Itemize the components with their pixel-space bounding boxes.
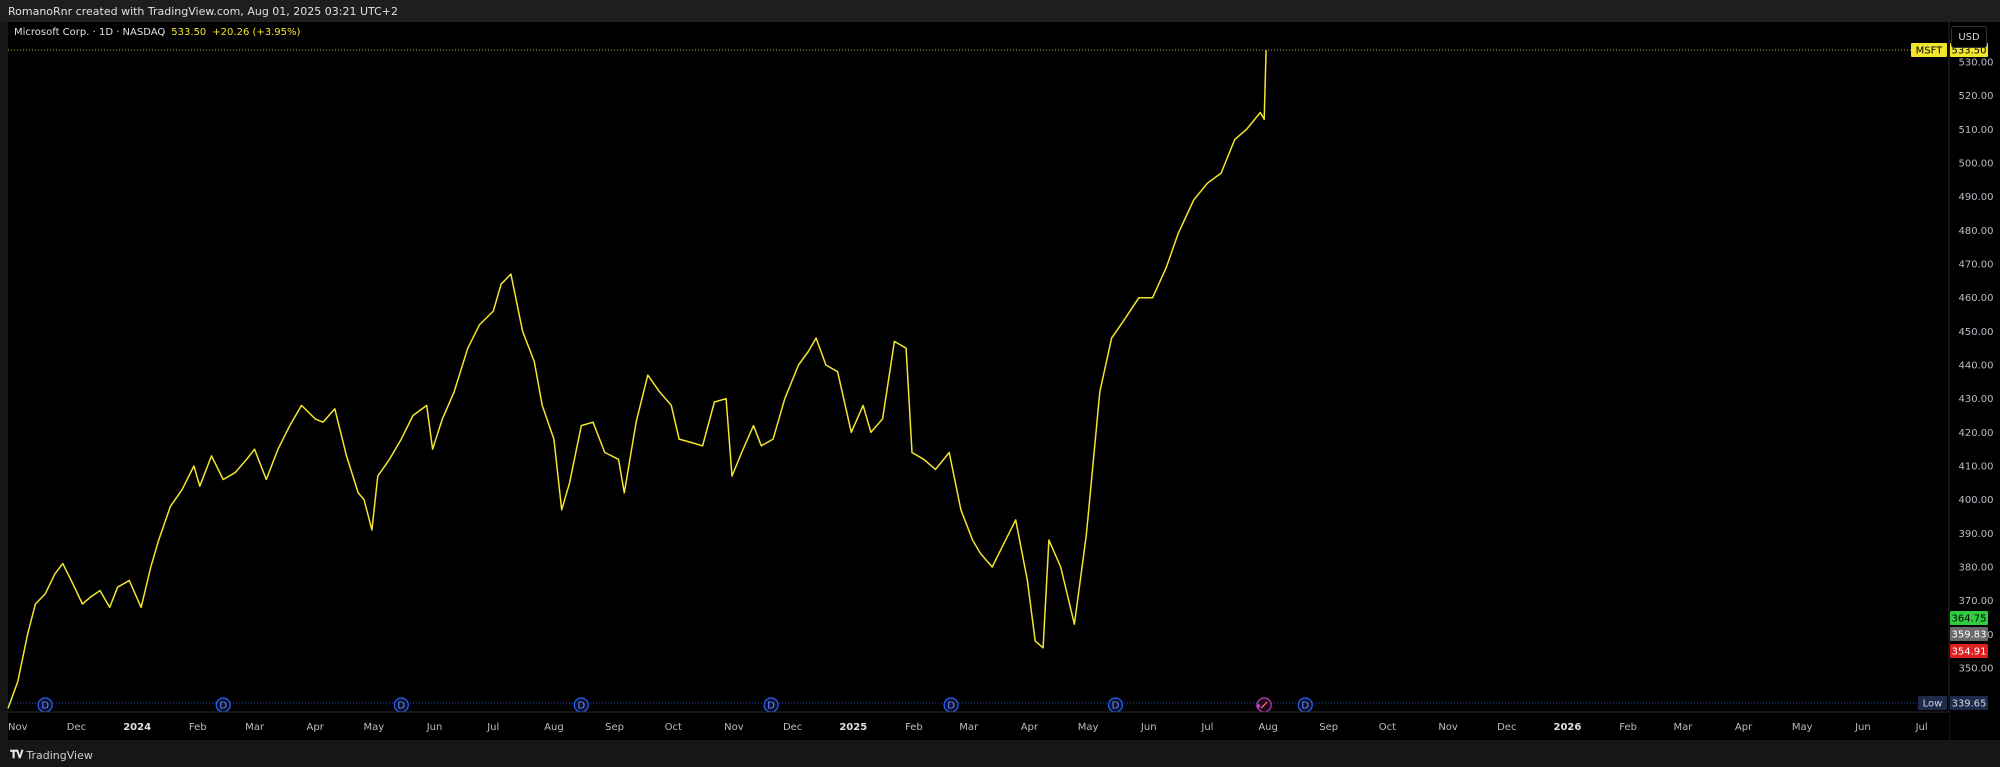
svg-text:364.75: 364.75: [1952, 614, 1987, 625]
price-tick-label: 450.00: [1959, 327, 1994, 338]
svg-text:D: D: [577, 701, 585, 712]
price-line: [7, 50, 1267, 709]
price-tick-label: 470.00: [1959, 260, 1994, 271]
time-axis-month-label: Apr: [307, 722, 325, 733]
price-badge-low: 339.65 Low: [1918, 696, 1988, 710]
time-axis[interactable]: Nov Dec 2024 Feb Mar Apr May Jun Jul Aug Sep Oct Nov…: [8, 711, 1949, 740]
time-axis-year-label: 2026: [1554, 722, 1582, 733]
time-axis-month-label: Sep: [605, 722, 624, 733]
time-axis-month-label: Mar: [1673, 722, 1693, 733]
dividend-marker-icon[interactable]: D: [763, 697, 779, 713]
footer-brand-text: TradingView: [26, 748, 93, 762]
svg-text:339.65: 339.65: [1952, 699, 1987, 710]
price-badge: 359.83: [1950, 627, 1988, 641]
svg-text:D: D: [219, 701, 227, 712]
time-axis-month-label: Nov: [1438, 722, 1458, 733]
tradingview-logo-icon: 𝐓𝐕: [10, 748, 23, 761]
svg-text:D: D: [767, 701, 775, 712]
time-axis-month-label: Dec: [783, 722, 802, 733]
currency-button[interactable]: USD: [1951, 26, 1987, 48]
time-axis-month-label: Jul: [1915, 722, 1928, 733]
dividend-marker-icon[interactable]: D: [573, 697, 589, 713]
price-tick-label: 530.00: [1959, 58, 1994, 69]
dividend-marker-icon[interactable]: D: [393, 697, 409, 713]
event-markers: DDDDDDDD: [8, 49, 1949, 713]
svg-text:D: D: [1301, 701, 1309, 712]
price-tick-label: 410.00: [1959, 462, 1994, 473]
time-axis-month-label: Jun: [1140, 722, 1157, 733]
last-price: 533.50: [171, 27, 207, 38]
dividend-marker-icon[interactable]: D: [943, 697, 959, 713]
price-tick-label: 390.00: [1959, 529, 1994, 540]
time-axis-month-label: Oct: [665, 722, 682, 733]
price-tick-label: 520.00: [1959, 91, 1994, 102]
svg-text:359.83: 359.83: [1952, 630, 1987, 641]
svg-text:354.91: 354.91: [1952, 647, 1987, 658]
time-axis-month-label: Apr: [1021, 722, 1039, 733]
time-axis-year-label: 2024: [123, 722, 151, 733]
time-axis-month-label: Sep: [1319, 722, 1338, 733]
svg-text:D: D: [41, 701, 49, 712]
svg-text:D: D: [1112, 701, 1120, 712]
price-tick-label: 440.00: [1959, 361, 1994, 372]
time-axis-month-label: Aug: [1258, 722, 1278, 733]
svg-text:D: D: [397, 701, 405, 712]
price-badge: 364.75: [1950, 611, 1988, 625]
time-axis-month-label: Mar: [959, 722, 979, 733]
time-axis-month-label: May: [1078, 722, 1099, 733]
dividend-marker-icon[interactable]: D: [37, 697, 53, 713]
price-tick-label: 350.00: [1959, 664, 1994, 675]
svg-text:MSFT: MSFT: [1916, 46, 1944, 57]
time-axis-month-label: Jun: [426, 722, 443, 733]
price-tick-label: 370.00: [1959, 596, 1994, 607]
time-axis-month-label: Feb: [1619, 722, 1637, 733]
symbol-legend[interactable]: Microsoft Corp. · 1D · NASDAQ 533.50 +20…: [14, 27, 300, 38]
dividend-marker-icon[interactable]: D: [1297, 697, 1313, 713]
time-axis-month-label: Jun: [1854, 722, 1871, 733]
svg-text:D: D: [947, 701, 955, 712]
price-change: +20.26 (+3.95%): [212, 27, 301, 38]
dividend-marker-icon[interactable]: D: [1107, 697, 1124, 713]
symbol-title: Microsoft Corp. · 1D · NASDAQ: [14, 27, 166, 38]
time-axis-month-label: Dec: [1497, 722, 1516, 733]
time-axis-month-label: Mar: [245, 722, 265, 733]
time-axis-month-label: Feb: [905, 722, 923, 733]
earnings-marker-icon[interactable]: [1256, 697, 1272, 713]
time-axis-month-label: May: [1792, 722, 1813, 733]
svg-text:Low: Low: [1923, 699, 1943, 710]
price-tick-label: 380.00: [1959, 563, 1994, 574]
price-tick-label: 510.00: [1959, 125, 1994, 136]
dividend-marker-icon[interactable]: D: [215, 697, 231, 713]
price-chart[interactable]: D D D D D D D D 530.00 520.00 510.00 500.00 490.00 4…: [0, 0, 2000, 740]
time-axis-month-label: Nov: [724, 722, 744, 733]
price-tick-label: 480.00: [1959, 226, 1994, 237]
time-axis-month-label: May: [364, 722, 385, 733]
time-axis-month-label: Jul: [486, 722, 499, 733]
price-tick-label: 460.00: [1959, 293, 1994, 304]
time-axis-month-label: Oct: [1379, 722, 1396, 733]
footer-bar: 𝐓𝐕 TradingView: [0, 740, 2000, 767]
tradingview-logo[interactable]: 𝐓𝐕 TradingView: [10, 748, 93, 762]
time-axis-month-label: Dec: [67, 722, 86, 733]
time-axis-month-label: Nov: [8, 722, 28, 733]
price-tick-label: 500.00: [1959, 159, 1994, 170]
time-axis-month-label: Aug: [544, 722, 564, 733]
price-tick-label: 400.00: [1959, 495, 1994, 506]
price-tick-label: 430.00: [1959, 394, 1994, 405]
time-axis-month-label: Apr: [1735, 722, 1753, 733]
price-badge: 354.91: [1950, 644, 1988, 658]
price-tick-label: 490.00: [1959, 192, 1994, 203]
time-axis-month-label: Feb: [189, 722, 207, 733]
time-axis-month-label: Jul: [1200, 722, 1213, 733]
price-tick-label: 420.00: [1959, 428, 1994, 439]
time-axis-year-label: 2025: [839, 722, 867, 733]
